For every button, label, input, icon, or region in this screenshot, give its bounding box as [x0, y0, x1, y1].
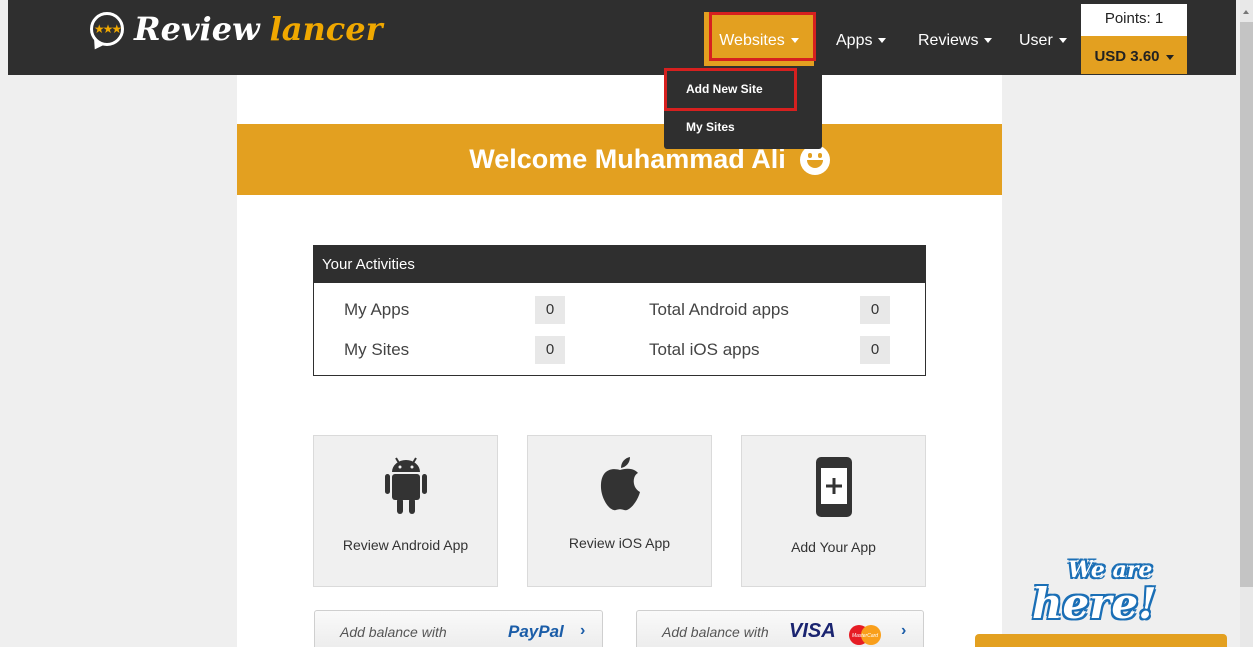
activity-count-ios: 0: [860, 336, 890, 364]
chevron-right-icon: ›: [901, 622, 907, 639]
activities-title: Your Activities: [314, 246, 925, 283]
page-scrollbar[interactable]: [1240, 0, 1253, 647]
activity-label-android: Total Android apps: [649, 300, 789, 319]
activity-label-my-sites: My Sites: [344, 340, 410, 359]
card-prefix: Add balance with: [662, 624, 769, 640]
brand-logo[interactable]: ★★★ Review lancer: [90, 10, 382, 48]
apple-icon: [600, 457, 640, 511]
nav-user[interactable]: User: [1019, 0, 1067, 75]
nav-user-label: User: [1019, 32, 1053, 49]
activities-panel: Your Activities My Apps 0 My Sites 0 Tot…: [313, 245, 926, 376]
mastercard-logo: MasterCard: [849, 625, 881, 645]
caret-down-icon: [1165, 54, 1174, 60]
balance-label: USD 3.60: [1094, 48, 1160, 65]
points-display: Points: 1: [1081, 4, 1187, 36]
add-phone-icon: [815, 457, 852, 517]
chat-badge-line2: here!: [1032, 579, 1157, 628]
nav-apps[interactable]: Apps: [836, 0, 887, 75]
scroll-up-icon[interactable]: [1243, 10, 1249, 14]
brand-name-part1: Review: [134, 10, 260, 48]
scroll-thumb[interactable]: [1240, 22, 1253, 587]
card-review-android[interactable]: Review Android App: [313, 435, 498, 587]
activity-count-my-sites: 0: [535, 336, 565, 364]
activity-label-ios: Total iOS apps: [649, 340, 760, 359]
brand-name-part2: lancer: [269, 10, 383, 48]
live-chat-tab[interactable]: [975, 634, 1227, 647]
nav-apps-label: Apps: [836, 32, 873, 49]
card-add-your-app[interactable]: Add Your App: [741, 435, 926, 587]
mastercard-text: MasterCard: [852, 633, 878, 639]
add-balance-paypal-button[interactable]: Add balance with PayPal ›: [314, 610, 603, 647]
visa-logo: VISA: [789, 620, 836, 642]
add-balance-card-button[interactable]: Add balance with VISA MasterCard ›: [636, 610, 924, 647]
paypal-logo: PayPal: [508, 622, 564, 641]
card-label-android: Review Android App: [342, 537, 469, 553]
websites-highlight-box: [709, 12, 816, 61]
chevron-right-icon: ›: [580, 622, 586, 639]
card-review-ios[interactable]: Review iOS App: [527, 435, 712, 587]
live-chat-badge[interactable]: We are here!: [1028, 555, 1178, 635]
caret-down-icon: [1058, 38, 1067, 44]
add-new-site-highlight-box: [664, 68, 797, 111]
menu-item-my-sites[interactable]: My Sites: [686, 120, 735, 134]
balance-dropdown[interactable]: USD 3.60: [1081, 36, 1187, 74]
activity-label-my-apps: My Apps: [344, 300, 410, 319]
activity-count-my-apps: 0: [535, 296, 565, 324]
caret-down-icon: [984, 38, 993, 44]
welcome-banner: Welcome Muhammad Ali: [237, 124, 1002, 195]
smiley-icon: [799, 144, 830, 175]
nav-reviews[interactable]: Reviews: [918, 0, 993, 75]
paypal-prefix: Add balance with: [340, 624, 447, 640]
android-icon: [384, 457, 427, 514]
activity-count-android: 0: [860, 296, 890, 324]
nav-reviews-label: Reviews: [918, 32, 979, 49]
card-label-add-app: Add Your App: [791, 539, 876, 555]
review-badge-icon: ★★★: [90, 12, 124, 46]
caret-down-icon: [878, 38, 887, 44]
card-label-ios: Review iOS App: [568, 535, 671, 551]
